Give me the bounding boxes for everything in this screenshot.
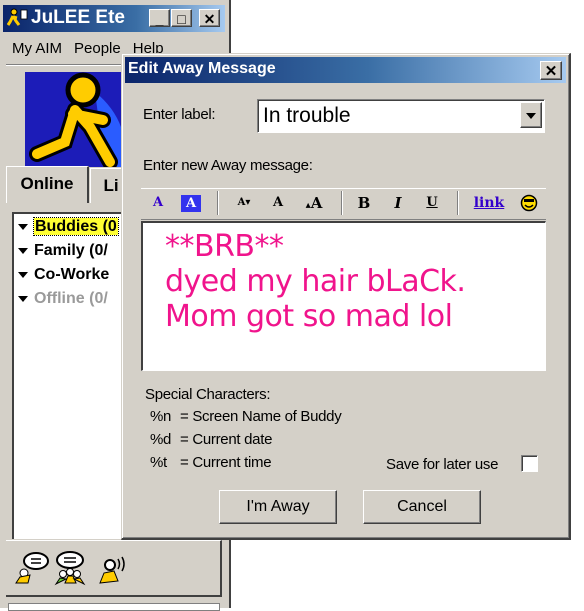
increase-font-button[interactable]: ▴A <box>301 192 327 214</box>
group-co-workers[interactable]: Co-Worke <box>18 266 109 284</box>
aim-running-man-icon <box>7 8 28 26</box>
expand-arrow-icon <box>18 223 28 230</box>
toolbar-separator <box>457 191 459 215</box>
special-desc: = Current time <box>180 454 272 471</box>
talk-icon[interactable] <box>96 551 132 587</box>
text-color-button[interactable]: A <box>150 192 166 214</box>
cancel-button[interactable]: Cancel <box>363 490 481 524</box>
save-for-later-label: Save for later use <box>386 456 499 473</box>
expand-arrow-icon <box>18 271 28 278</box>
toolbar-separator <box>341 191 343 215</box>
chat-icon[interactable] <box>52 551 88 587</box>
action-bar <box>6 540 222 597</box>
main-window-title: JuLEE Ete <box>31 7 125 28</box>
smiley-button[interactable] <box>519 192 539 214</box>
buddy-list[interactable]: Buddies (0 Family (0/ Co-Worke Offline (… <box>12 212 126 539</box>
away-message-editor[interactable]: **BRB** dyed my hair bLaCk. Mom got so m… <box>141 221 546 371</box>
close-button[interactable]: ✕ <box>199 9 220 27</box>
enter-message-label: Enter new Away message: <box>143 157 313 174</box>
special-desc: = Screen Name of Buddy <box>180 408 342 425</box>
enter-label-label: Enter label: <box>143 106 216 123</box>
background-color-button[interactable]: A <box>181 195 201 212</box>
dialog-title: Edit Away Message <box>128 60 276 77</box>
aim-logo <box>25 72 125 167</box>
group-offline[interactable]: Offline (0/ <box>18 290 108 308</box>
normal-font-button[interactable]: A <box>269 192 287 214</box>
expand-arrow-icon <box>18 247 28 254</box>
close-icon: ✕ <box>203 11 216 27</box>
toolbar-separator <box>217 191 219 215</box>
menu-people[interactable]: People <box>68 38 127 60</box>
save-for-later-checkbox[interactable] <box>521 455 538 472</box>
tab-online[interactable]: Online <box>6 166 89 203</box>
chevron-down-icon <box>526 113 536 119</box>
edit-away-message-dialog: Edit Away Message ✕ Enter label: In trou… <box>121 53 571 540</box>
special-desc: = Current date <box>180 431 273 448</box>
minimize-button[interactable]: _ <box>149 9 170 27</box>
message-line: dyed my hair bLaCk. <box>165 264 466 299</box>
special-code: %n <box>150 408 172 425</box>
arrow-down-icon: ▾ <box>245 197 251 208</box>
underline-button[interactable]: U <box>423 192 441 214</box>
decrease-font-button[interactable]: A▾ <box>231 192 257 214</box>
group-family[interactable]: Family (0/ <box>18 242 108 260</box>
dropdown-button[interactable] <box>520 102 542 128</box>
dialog-close-button[interactable]: ✕ <box>540 61 562 80</box>
group-buddies[interactable]: Buddies (0 <box>18 217 119 236</box>
message-line: Mom got so mad lol <box>165 299 453 334</box>
status-strip <box>8 603 220 611</box>
running-man-logo-icon <box>29 72 125 167</box>
label-dropdown-value: In trouble <box>263 104 351 127</box>
main-title-bar[interactable]: JuLEE Ete _ □ ✕ <box>3 5 225 32</box>
label-dropdown[interactable]: In trouble <box>257 99 545 133</box>
smiley-icon <box>520 194 538 212</box>
special-characters-title: Special Characters: <box>145 386 271 403</box>
insert-link-button[interactable]: link <box>473 192 505 214</box>
formatting-toolbar: A A A▾ A ▴A B I U link <box>141 188 546 220</box>
special-code: %d <box>150 431 172 448</box>
special-code: %t <box>150 454 167 471</box>
minimize-icon: _ <box>155 11 164 27</box>
message-line: **BRB** <box>165 229 284 264</box>
expand-arrow-icon <box>18 295 28 302</box>
send-im-icon[interactable] <box>14 551 50 587</box>
im-away-button[interactable]: I'm Away <box>219 490 337 524</box>
dialog-title-bar[interactable]: Edit Away Message ✕ <box>125 57 566 83</box>
close-icon: ✕ <box>544 63 558 80</box>
bold-button[interactable]: B <box>355 192 373 214</box>
menu-my-aim[interactable]: My AIM <box>6 38 68 60</box>
italic-button[interactable]: I <box>389 192 407 214</box>
maximize-icon: □ <box>177 11 186 27</box>
maximize-button[interactable]: □ <box>171 9 192 27</box>
